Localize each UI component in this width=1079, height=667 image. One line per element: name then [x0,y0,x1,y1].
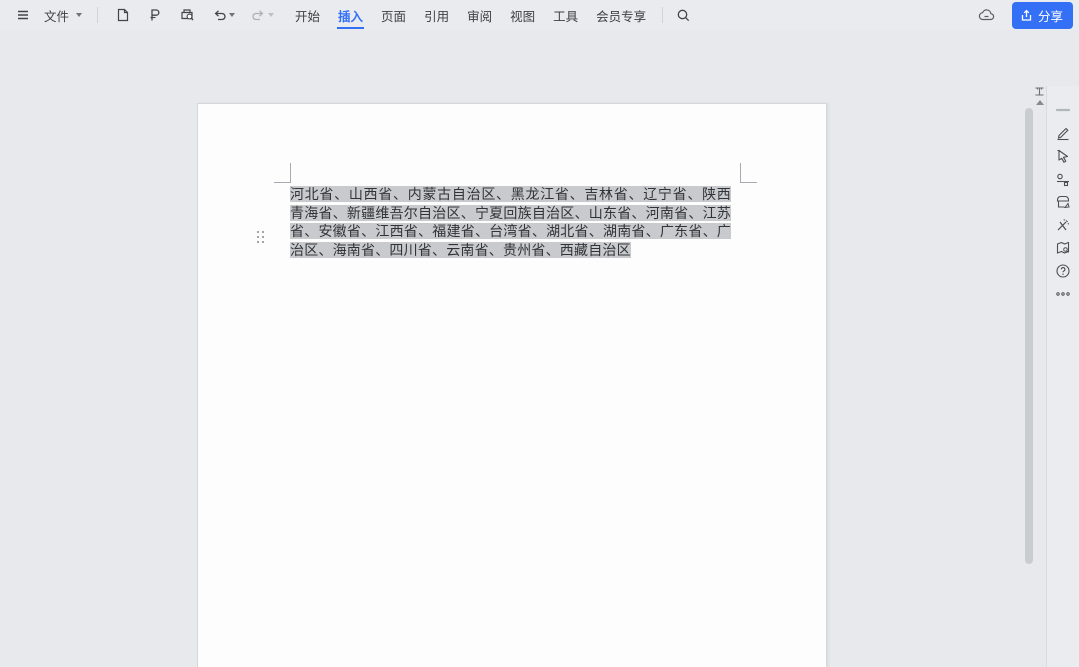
tab-label: 工具 [553,6,578,25]
titlebar-right: 分享 [972,2,1079,29]
margin-mark-left-vertical [290,163,291,183]
margin-mark-right-horizontal [740,182,757,183]
divider [662,7,663,23]
export-pdf-icon [147,7,163,23]
wps-menu-button[interactable] [13,5,33,25]
cloud-sync-button[interactable] [975,5,999,25]
cloud-sync-icon [978,8,996,22]
tab-label: 开始 [295,6,320,25]
menu-tabs: 开始 插入 页面 引用 审阅 视图 工具 会员专享 [286,0,655,30]
undo-icon [212,8,227,23]
text-line[interactable]: 河北省、山西省、内蒙古自治区、黑龙江省、吉林省、辽宁省、陕西省、甘肃省、 [290,185,731,204]
annotate-pen-icon[interactable] [1055,125,1071,141]
text-line[interactable]: 青海省、新疆维吾尔自治区、宁夏回族自治区、山东省、河南省、江苏省、浙江 [290,204,731,223]
document-page[interactable]: 河北省、山西省、内蒙古自治区、黑龙江省、吉林省、辽宁省、陕西省、甘肃省、 青海省… [197,103,827,667]
redo-button[interactable] [248,5,277,26]
wps-writer-window: 文件 [0,0,1079,667]
text-line[interactable]: 治区、海南省、四川省、云南省、贵州省、西藏自治区 [290,241,731,260]
right-tool-rail [1046,86,1079,667]
share-button[interactable]: 分享 [1012,2,1073,29]
ruler-icon [1034,86,1045,97]
tab-label: 审阅 [467,6,492,25]
divider [97,7,98,23]
tab-tools[interactable]: 工具 [544,0,587,30]
selected-text[interactable]: 青海省、新疆维吾尔自治区、宁夏回族自治区、山东省、河南省、江苏省、浙江 [290,205,731,223]
tab-label: 页面 [381,6,406,25]
export-pdf-button[interactable] [144,4,166,26]
tab-label: 引用 [424,6,449,25]
file-menu-button[interactable]: 文件 [40,3,86,28]
print-preview-button[interactable] [176,4,199,26]
skin-icon[interactable] [1055,194,1071,210]
signature-slider-icon[interactable] [1055,171,1071,187]
undo-button[interactable] [209,5,238,26]
tab-review[interactable]: 审阅 [458,0,501,30]
tab-home[interactable]: 开始 [286,0,329,30]
tab-view[interactable]: 视图 [501,0,544,30]
chevron-down-icon [229,13,235,17]
tab-insert[interactable]: 插入 [329,0,372,30]
help-icon[interactable] [1055,263,1071,279]
tab-references[interactable]: 引用 [415,0,458,30]
titlebar: 文件 [0,0,1079,30]
print-preview-icon [179,7,196,23]
selected-text[interactable]: 治区、海南省、四川省、云南省、贵州省、西藏自治区 [290,242,631,258]
file-menu-label: 文件 [44,6,69,25]
text-line[interactable]: 省、安徽省、江西省、福建省、台湾省、湖北省、湖南省、广东省、广西壮族自 [290,222,731,241]
vertical-scrollbar-thumb[interactable] [1025,108,1033,564]
repair-tools-icon[interactable] [1055,217,1071,233]
hamburger-icon [16,8,30,22]
selected-text[interactable]: 省、安徽省、江西省、福建省、台湾省、湖北省、湖南省、广东省、广西壮族自 [290,223,731,241]
tab-label: 视图 [510,6,535,25]
search-button[interactable] [673,5,694,26]
document-workspace: 河北省、山西省、内蒙古自治区、黑龙江省、吉林省、辽宁省、陕西省、甘肃省、 青海省… [0,30,1079,667]
redo-icon [251,8,266,23]
more-dots-icon[interactable] [1055,286,1071,302]
search-icon [676,8,691,23]
ruler-toggle-button[interactable] [1034,86,1045,97]
scroll-up-arrow[interactable] [1036,100,1044,105]
share-label: 分享 [1038,6,1063,25]
collapse-dash-icon[interactable] [1055,102,1071,118]
tab-label: 插入 [338,6,363,25]
share-icon [1020,9,1033,22]
tab-label: 会员专享 [596,6,646,25]
tab-page[interactable]: 页面 [372,0,415,30]
selected-paragraph[interactable]: 河北省、山西省、内蒙古自治区、黑龙江省、吉林省、辽宁省、陕西省、甘肃省、 青海省… [290,185,731,259]
margin-mark-right-vertical [740,163,741,183]
save-icon [115,7,131,23]
chevron-down-icon [76,13,82,17]
titlebar-left: 文件 [0,3,280,28]
margin-mark-left-horizontal [274,182,291,183]
paragraph-drag-handle[interactable] [257,231,264,243]
save-button[interactable] [112,4,134,26]
select-arrow-icon[interactable] [1055,148,1071,164]
tab-member[interactable]: 会员专享 [587,0,655,30]
selected-text[interactable]: 河北省、山西省、内蒙古自治区、黑龙江省、吉林省、辽宁省、陕西省、甘肃省、 [290,186,731,204]
chevron-down-icon [268,13,274,17]
navigation-map-icon[interactable] [1055,240,1071,256]
